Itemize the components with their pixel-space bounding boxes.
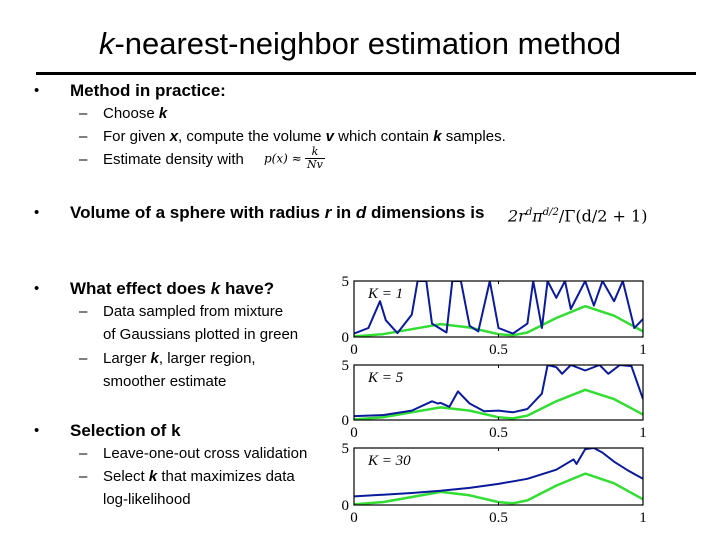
plot-k-30: 0 0.5 1 0 5 K = 30 [342,441,647,526]
plot-k-5: 0 0.5 1 0 5 K = 5 [342,358,647,441]
y-tick-label: 5 [342,274,350,290]
knn-density-plots: 0 0.5 105K = 10 0.5 105K = 50 0.5 105K = 30 [342,274,647,526]
x-tick-label: 1 [639,425,647,441]
y-tick-label: 0 [342,498,350,514]
true-density-line [354,388,643,420]
x-tick-label: 0.5 [489,342,508,358]
y-tick-label: 0 [342,413,350,429]
x-tick-label: 1 [639,510,647,526]
k-annotation: K = 1 [367,286,403,302]
x-tick-label: 0.5 [489,510,508,526]
x-tick-label: 0 [350,425,358,441]
plot-k-1: 0 0.5 1 0 5 K = 1 [342,274,647,358]
y-tick-label: 5 [342,358,350,374]
y-tick-label: 0 [342,330,350,346]
true-density-line [354,472,643,505]
k-annotation: K = 30 [367,453,411,469]
k-annotation: K = 5 [367,370,404,386]
x-tick-label: 0 [350,342,358,358]
x-tick-label: 0 [350,510,358,526]
y-tick-label: 5 [342,441,350,457]
x-tick-label: 0.5 [489,425,508,441]
x-tick-label: 1 [639,342,647,358]
